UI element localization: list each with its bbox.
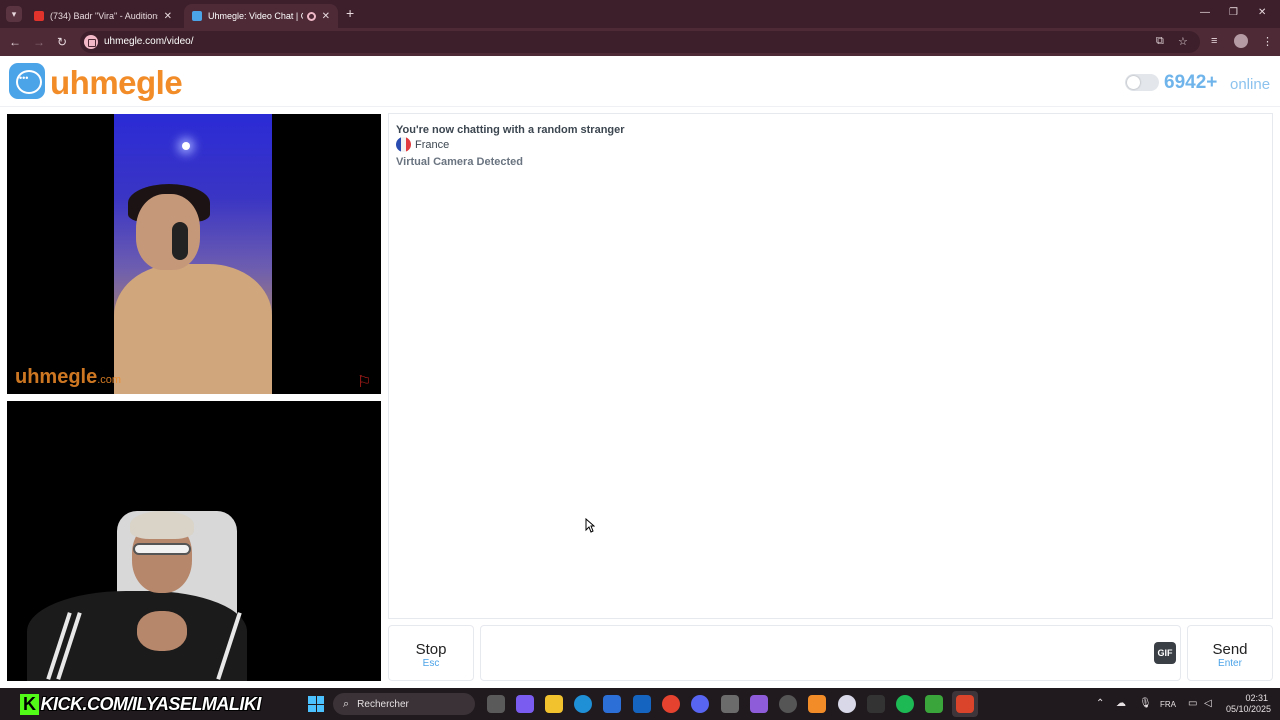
app-icon[interactable] xyxy=(867,695,885,713)
self-video xyxy=(7,401,381,681)
sunglasses xyxy=(133,543,191,555)
site-info-icon[interactable] xyxy=(84,35,98,49)
chrome-icon[interactable] xyxy=(662,695,680,713)
gif-button[interactable]: GIF xyxy=(1154,642,1176,664)
stranger-video: uhmegle.com ⚐ xyxy=(7,114,381,394)
stranger-camera-feed xyxy=(114,114,272,394)
search-icon: ⌕ xyxy=(343,697,350,710)
copilot-icon[interactable] xyxy=(516,695,534,713)
network-icon[interactable]: ▭ xyxy=(1188,698,1197,709)
tray-chevron-icon[interactable]: ⌃ xyxy=(1096,698,1104,709)
virtual-camera-notice: Virtual Camera Detected xyxy=(396,156,523,168)
taskbar-search[interactable]: ⌕ Rechercher xyxy=(333,693,475,715)
app-icon[interactable] xyxy=(808,695,826,713)
spotify-icon[interactable] xyxy=(896,695,914,713)
clock-date: 05/10/2025 xyxy=(1226,704,1272,714)
stop-shortcut: Esc xyxy=(422,658,440,669)
tab-close-icon[interactable]: ✕ xyxy=(164,11,172,22)
self-camera-feed xyxy=(27,501,257,681)
window-minimize-button[interactable]: — xyxy=(1200,7,1210,18)
site-logo[interactable]: uhmegle xyxy=(50,64,183,102)
connected-message: You're now chatting with a random strang… xyxy=(396,124,625,136)
uhmegle-favicon-icon xyxy=(192,11,202,21)
stop-button[interactable]: Stop Esc xyxy=(388,625,474,681)
media-control-icon[interactable]: ≡ xyxy=(1211,35,1217,47)
edge-icon[interactable] xyxy=(574,695,592,713)
bookmark-star-icon[interactable]: ☆ xyxy=(1178,35,1188,48)
send-button[interactable]: Send Enter xyxy=(1187,625,1273,681)
cloud-icon[interactable]: ☁ xyxy=(1116,698,1126,709)
task-view-icon[interactable] xyxy=(487,695,505,713)
search-label: Rechercher xyxy=(357,698,409,710)
clock-time: 02:31 xyxy=(1245,693,1268,703)
watermark-main: uhmegle xyxy=(15,366,98,388)
microphone-icon[interactable]: 🎙 xyxy=(1139,698,1152,709)
stop-label: Stop xyxy=(415,641,447,658)
report-flag-icon[interactable]: ⚐ xyxy=(357,372,371,392)
tab-title: Uhmegle: Video Chat | Ome xyxy=(208,11,303,21)
tab-close-icon[interactable]: ✕ xyxy=(322,11,330,22)
app-icon[interactable] xyxy=(956,695,974,713)
video-watermark: uhmegle.com xyxy=(15,366,121,389)
message-input[interactable] xyxy=(480,625,1181,681)
discord-icon[interactable] xyxy=(691,695,709,713)
language-indicator[interactable]: FRA xyxy=(1160,700,1176,709)
france-flag-icon xyxy=(396,137,411,152)
overlay-text: KICK.COM/ILYASELMALIKI xyxy=(40,693,262,714)
browser-menu-icon[interactable]: ⋮ xyxy=(1262,35,1273,48)
chat-bubble-logo-icon[interactable] xyxy=(9,63,45,99)
app-icon[interactable] xyxy=(721,695,739,713)
forward-button[interactable]: → xyxy=(33,35,45,49)
online-count: 6942+ xyxy=(1164,72,1218,93)
window-restore-button[interactable]: ❐ xyxy=(1229,7,1238,18)
online-label: online xyxy=(1230,76,1271,93)
person-hand xyxy=(137,611,187,651)
kick-logo-icon: K xyxy=(20,693,39,715)
file-explorer-icon[interactable] xyxy=(545,695,563,713)
reload-button[interactable]: ↻ xyxy=(57,35,67,49)
youtube-favicon-icon xyxy=(34,11,44,21)
new-tab-button[interactable]: + xyxy=(346,6,354,20)
theme-toggle[interactable] xyxy=(1125,74,1159,91)
person-body xyxy=(114,264,272,394)
outlook-icon[interactable] xyxy=(633,695,651,713)
settings-gear-icon[interactable] xyxy=(779,695,797,713)
app-icon[interactable] xyxy=(925,695,943,713)
stranger-country: France xyxy=(415,139,450,151)
site-header xyxy=(0,57,1280,107)
stream-overlay-text: K KICK.COM/ILYASELMALIKI xyxy=(14,692,267,716)
tab-list-chevron-icon[interactable]: ▾ xyxy=(6,6,22,22)
app-icon[interactable] xyxy=(838,695,856,713)
recording-indicator-icon xyxy=(306,11,316,21)
browser-tab-uhmegle[interactable]: Uhmegle: Video Chat | Ome ✕ xyxy=(184,4,338,28)
profile-avatar[interactable] xyxy=(1234,34,1248,48)
headphones xyxy=(172,222,188,260)
window-close-button[interactable]: ✕ xyxy=(1258,7,1266,18)
translate-icon[interactable]: ⧉ xyxy=(1156,35,1164,48)
person-head xyxy=(136,194,200,270)
volume-icon[interactable]: ◁ xyxy=(1204,698,1212,709)
send-shortcut: Enter xyxy=(1218,658,1242,669)
person-hair xyxy=(130,511,194,539)
game-icon[interactable] xyxy=(750,695,768,713)
windows-start-icon[interactable] xyxy=(308,696,324,712)
taskbar-clock[interactable]: 02:31 05/10/2025 xyxy=(1226,693,1272,715)
browser-tab-youtube[interactable]: (734) Badr "Vira" - Auditions Ja ✕ xyxy=(26,4,180,28)
store-icon[interactable] xyxy=(603,695,621,713)
address-url[interactable]: uhmegle.com/video/ xyxy=(104,36,194,47)
tab-title: (734) Badr "Vira" - Auditions Ja xyxy=(50,11,158,21)
lamp-light xyxy=(182,142,190,150)
send-label: Send xyxy=(1212,641,1248,658)
chat-log xyxy=(388,113,1273,619)
omnibox[interactable] xyxy=(80,31,1200,53)
watermark-suffix: .com xyxy=(97,374,122,386)
back-button[interactable]: ← xyxy=(9,35,21,49)
